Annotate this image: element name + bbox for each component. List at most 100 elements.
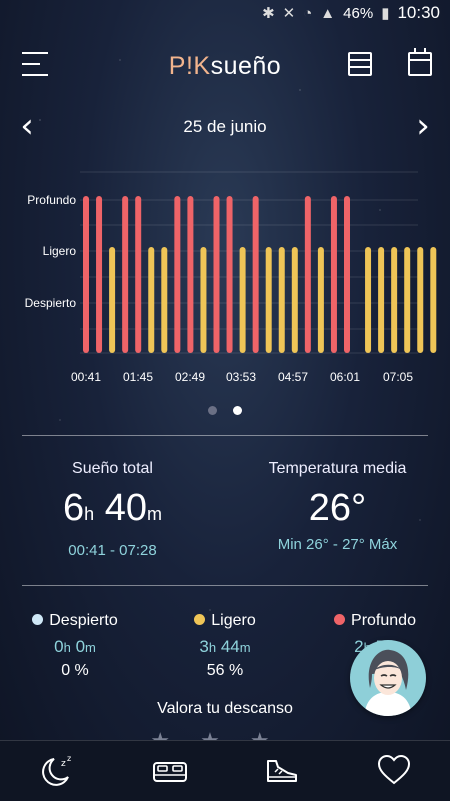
phase-light: Ligero 3h 44m 56 % xyxy=(150,612,300,680)
sleep-phase-bar xyxy=(330,196,337,353)
phase-awake-time: 0h 0m xyxy=(0,637,150,657)
sleep-phase-bar xyxy=(200,247,207,353)
battery-icon: ▮ xyxy=(381,5,390,22)
temperature-range: Min 26° - 27° Máx xyxy=(277,536,398,553)
sleep-phase-bar xyxy=(391,247,398,353)
activity-tab-icon[interactable] xyxy=(262,753,302,789)
status-bar: ✱ ✕ ◔ ▲ 46% ▮ 10:30 xyxy=(0,0,450,30)
pager-dot-active[interactable] xyxy=(233,406,243,415)
sleep-phase-bar xyxy=(174,196,181,353)
x-axis-tick-label: 06:01 xyxy=(330,370,360,384)
phase-minutes: 0 xyxy=(75,637,86,656)
sleep-phase-bar xyxy=(417,247,424,353)
svg-text:z: z xyxy=(61,759,66,769)
app-logo: P!Ksueño xyxy=(0,52,450,81)
sleep-phase-bar xyxy=(122,196,129,353)
phase-awake-percent: 0 % xyxy=(61,662,89,679)
phase-awake-name: Despierto xyxy=(49,612,118,629)
phase-minutes-unit: m xyxy=(85,640,96,655)
phase-deep-title: Profundo xyxy=(300,612,450,630)
phase-deep-bullet xyxy=(334,614,346,625)
y-axis-label: Profundo xyxy=(27,193,76,207)
sleep-phase-bar xyxy=(135,196,142,353)
phase-minutes-unit: m xyxy=(239,640,251,655)
divider xyxy=(22,435,428,436)
total-minutes: 40 xyxy=(104,487,147,529)
phase-light-time: 3h 44m xyxy=(150,637,300,657)
sleep-phase-bar xyxy=(213,196,220,353)
total-hours: 6 xyxy=(63,487,85,529)
pager-dots xyxy=(0,402,450,420)
health-tab-icon[interactable] xyxy=(374,753,414,789)
sleep-phase-bar xyxy=(278,247,285,353)
phase-hours: 3 xyxy=(199,637,209,656)
temperature-value: 26° xyxy=(308,487,367,529)
sleep-phase-bar xyxy=(161,247,168,353)
sleep-phase-bar xyxy=(304,196,311,353)
phase-light-percent: 56 % xyxy=(206,662,244,679)
x-axis-tick-label: 00:41 xyxy=(71,370,101,384)
y-axis-label: Ligero xyxy=(43,244,77,258)
calendar-icon[interactable] xyxy=(408,48,432,76)
phase-light-bullet xyxy=(194,614,206,625)
sleep-phase-bar xyxy=(344,196,350,353)
wifi-icon: ◔ xyxy=(303,4,313,22)
bed-icon xyxy=(153,762,187,782)
total-sleep-stat: Sueño total 6h 40m 00:41 - 07:28 xyxy=(0,460,225,559)
date-navigation: ‹ 25 de junio › xyxy=(0,108,450,148)
sleep-phase-bar xyxy=(365,247,372,353)
shoe-icon xyxy=(267,760,297,782)
total-sleep-label: Sueño total xyxy=(72,460,153,477)
app-header: P!Ksueño xyxy=(0,42,450,92)
phase-awake-bullet xyxy=(32,614,44,625)
clock: 10:30 xyxy=(397,3,440,22)
divider xyxy=(22,585,428,586)
logo-prefix: P!K xyxy=(168,52,211,80)
phase-hours: 0 xyxy=(54,637,64,656)
sleep-phase-bar xyxy=(404,247,411,353)
logo-suffix: sueño xyxy=(210,52,282,80)
sleep-phase-bar xyxy=(109,247,116,353)
phase-minutes: 44 xyxy=(220,637,240,656)
pager-dot[interactable] xyxy=(207,406,217,415)
total-sleep-value: 6h 40m xyxy=(0,488,225,534)
phase-light-name: Ligero xyxy=(211,612,256,629)
list-view-icon[interactable] xyxy=(348,52,372,76)
sleep-phase-bar xyxy=(148,247,155,353)
sleep-tab-icon[interactable]: z z xyxy=(38,753,78,789)
sleep-phase-bar xyxy=(265,247,272,353)
sleep-phase-bar xyxy=(430,247,437,353)
x-axis-tick-label: 03:53 xyxy=(226,370,256,384)
sleep-chart-svg: Despierto Ligero Profundo 00:41 01:45 02:49 03… xyxy=(25,171,437,384)
sleep-phase-bar xyxy=(187,196,194,353)
battery-percent: 46% xyxy=(343,4,374,22)
sleep-phase-bar xyxy=(317,247,324,353)
sleep-phases-chart[interactable]: Despierto Ligero Profundo 00:41 01:45 02:49 03… xyxy=(0,160,450,395)
signal-icon: ▲ xyxy=(320,4,336,22)
svg-text:z: z xyxy=(67,754,71,763)
minutes-unit: m xyxy=(147,504,162,524)
x-axis-tick-label: 02:49 xyxy=(175,370,205,384)
x-axis-tick-label: 04:57 xyxy=(278,370,308,384)
x-axis-tick-label: 01:45 xyxy=(123,370,153,384)
next-day-arrow-icon[interactable]: › xyxy=(408,109,438,144)
bottom-tab-bar: z z xyxy=(0,740,450,801)
sleep-phase-bar xyxy=(96,196,103,353)
current-date: 25 de junio xyxy=(183,117,267,136)
x-axis-tick-label: 07:05 xyxy=(383,370,413,384)
sleep-phase-bar xyxy=(83,196,89,353)
rate-your-rest-label: Valora tu descanso xyxy=(157,700,293,717)
phase-hours-unit: h xyxy=(208,640,217,655)
sleep-phase-bar xyxy=(239,247,246,353)
sleep-phase-bar xyxy=(291,247,298,353)
bed-tab-icon[interactable] xyxy=(150,753,190,789)
bluetooth-icon: ✱ xyxy=(262,5,275,22)
mute-icon: ✕ xyxy=(282,5,296,22)
sleep-phase-bar xyxy=(378,247,385,353)
sleep-phase-bar xyxy=(252,196,259,353)
heart-icon xyxy=(377,754,411,785)
y-axis-label: Despierto xyxy=(25,296,77,310)
phase-hours-unit: h xyxy=(63,640,71,655)
sleep-time-range: 00:41 - 07:28 xyxy=(68,542,157,559)
temperature-label: Temperatura media xyxy=(268,460,407,477)
